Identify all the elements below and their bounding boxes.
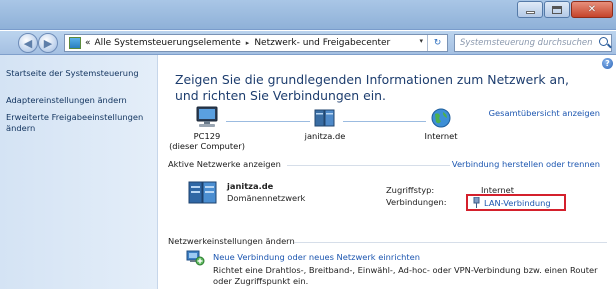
breadcrumb-prefix[interactable]: « bbox=[85, 38, 91, 48]
domain-network-icon[interactable] bbox=[187, 179, 219, 205]
network-setup-icon bbox=[186, 250, 205, 266]
main-content: ? Zeigen Sie die grundlegenden Informati… bbox=[159, 55, 616, 289]
sidebar-item-adapter-settings[interactable]: Adaptereinstellungen ändern bbox=[6, 95, 127, 106]
breadcrumb-separator-icon[interactable]: ▸ bbox=[246, 39, 250, 47]
computer-name: PC129 bbox=[193, 131, 221, 141]
title-bar: ✕ bbox=[0, 0, 616, 30]
connect-disconnect-link[interactable]: Verbindung herstellen oder trennen bbox=[452, 159, 600, 169]
active-network-name: janitza.de bbox=[227, 181, 274, 191]
lan-connection-label[interactable]: LAN-Verbindung bbox=[484, 198, 551, 208]
sidebar: Startseite der Systemsteuerung Adapterei… bbox=[0, 55, 158, 289]
navigation-bar: ◀ ▶ « Alle Systemsteuerungselemente ▸ Ne… bbox=[0, 31, 616, 55]
section-divider bbox=[294, 242, 607, 243]
close-button[interactable]: ✕ bbox=[571, 1, 613, 18]
computer-node: PC129 (dieser Computer) bbox=[167, 106, 247, 151]
internet-node: Internet bbox=[411, 108, 471, 141]
sidebar-item-control-panel-home[interactable]: Startseite der Systemsteuerung bbox=[6, 68, 139, 79]
control-panel-icon bbox=[69, 37, 81, 49]
internet-label: Internet bbox=[424, 131, 458, 141]
minimize-button[interactable] bbox=[517, 1, 543, 18]
connections-label: Verbindungen: bbox=[386, 197, 447, 207]
new-connection-description: Richtet eine Drahtlos-, Breitband-, Einw… bbox=[213, 265, 598, 286]
maximize-button[interactable] bbox=[544, 1, 570, 18]
refresh-button[interactable]: ↻ bbox=[427, 35, 447, 51]
change-settings-header: Netzwerkeinstellungen ändern bbox=[168, 236, 295, 246]
search-placeholder: Systemsteuerung durchsuchen bbox=[460, 38, 593, 48]
full-map-link[interactable]: Gesamtübersicht anzeigen bbox=[489, 108, 600, 118]
search-input[interactable]: Systemsteuerung durchsuchen bbox=[454, 34, 612, 52]
network-name: janitza.de bbox=[304, 131, 346, 141]
ethernet-plug-icon bbox=[473, 197, 480, 208]
sidebar-item-advanced-sharing[interactable]: Erweiterte Freigabeeinstellungen ändern bbox=[6, 112, 156, 134]
close-icon: ✕ bbox=[587, 3, 597, 15]
minimize-icon bbox=[525, 11, 535, 14]
page-title: Zeigen Sie die grundlegenden Information… bbox=[175, 72, 569, 103]
address-dropdown-icon[interactable]: ▾ bbox=[419, 37, 423, 45]
search-icon[interactable] bbox=[599, 37, 608, 46]
maximize-icon bbox=[552, 5, 562, 14]
computer-subtitle: (dieser Computer) bbox=[169, 141, 245, 151]
active-network-type[interactable]: Domänennetzwerk bbox=[227, 193, 305, 203]
help-icon[interactable]: ? bbox=[602, 58, 613, 69]
network-server-icon bbox=[314, 109, 335, 127]
computer-icon bbox=[196, 106, 218, 127]
lan-connection-link[interactable]: LAN-Verbindung bbox=[466, 194, 566, 211]
network-node: janitza.de bbox=[295, 108, 355, 141]
section-divider bbox=[287, 165, 450, 166]
new-connection-link[interactable]: Neue Verbindung oder neues Netzwerk einr… bbox=[213, 252, 420, 262]
caption-buttons: ✕ bbox=[517, 1, 613, 18]
address-bar[interactable]: « Alle Systemsteuerungselemente ▸ Netzwe… bbox=[64, 34, 448, 52]
back-arrow-icon: ◀ bbox=[23, 36, 33, 50]
forward-arrow-icon: ▶ bbox=[43, 36, 53, 50]
access-type-label: Zugriffstyp: bbox=[386, 185, 435, 195]
active-networks-header: Aktive Netzwerke anzeigen bbox=[168, 159, 281, 169]
globe-icon bbox=[431, 108, 451, 128]
breadcrumb-all-control-panel[interactable]: Alle Systemsteuerungselemente bbox=[95, 38, 241, 48]
forward-button[interactable]: ▶ bbox=[38, 33, 58, 53]
back-button[interactable]: ◀ bbox=[18, 33, 38, 53]
breadcrumb-network-center[interactable]: Netzwerk- und Freigabecenter bbox=[254, 38, 390, 48]
